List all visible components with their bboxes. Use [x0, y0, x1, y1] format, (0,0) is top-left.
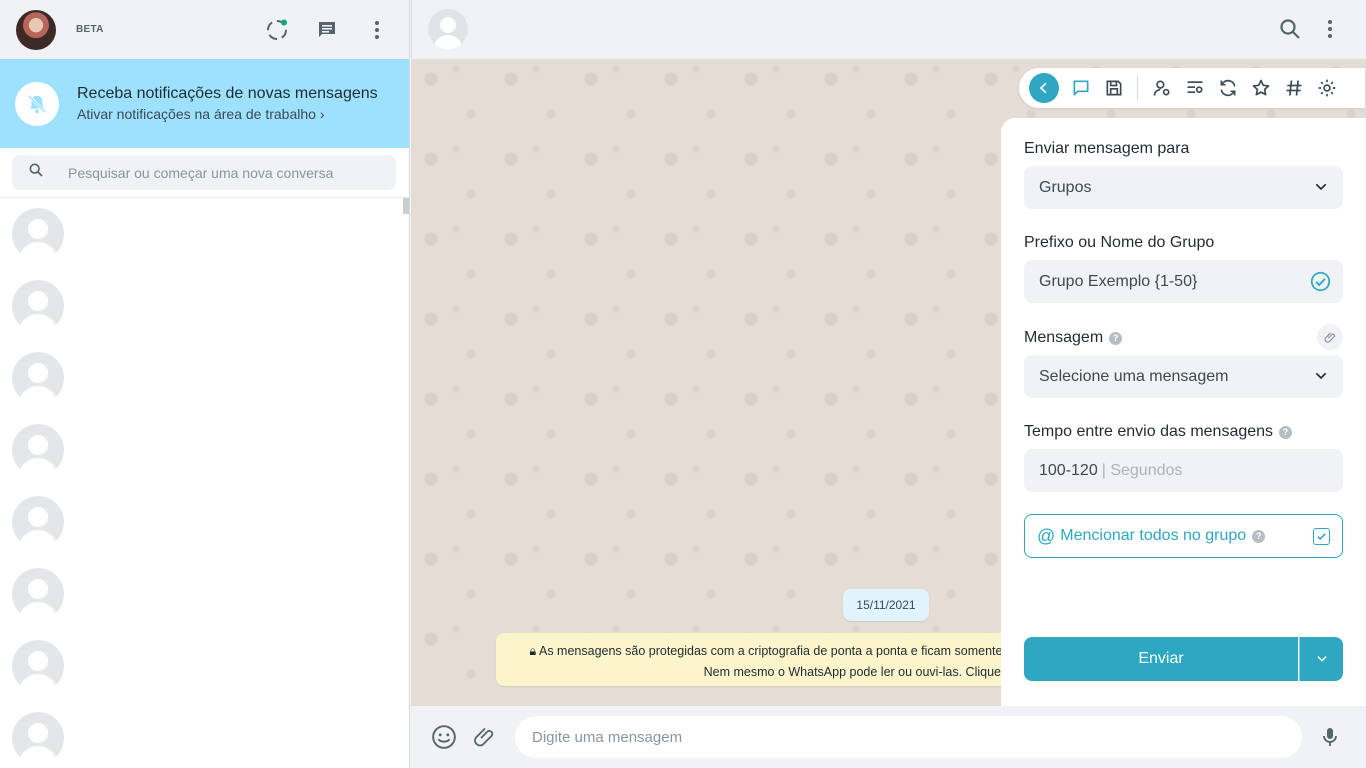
message-select[interactable]: Selecione uma mensagem — [1024, 355, 1343, 398]
mention-checkbox[interactable] — [1313, 528, 1330, 545]
notification-link[interactable]: Ativar notificações na área de trabalho … — [77, 106, 378, 122]
back-button[interactable] — [1029, 73, 1059, 103]
help-icon[interactable]: ? — [1279, 425, 1293, 439]
interval-label: Tempo entre envio das mensagens — [1024, 423, 1274, 440]
sidebar-header-actions — [265, 0, 389, 59]
search-bar — [0, 148, 409, 198]
at-sign-icon: @ — [1037, 525, 1056, 546]
extension-toolbar — [1019, 68, 1365, 108]
default-avatar-icon — [12, 424, 64, 476]
contact-settings-icon[interactable] — [1151, 77, 1173, 99]
sidebar: BETA Receba notificações de novas mensag… — [0, 0, 410, 768]
chevron-left-icon — [1039, 82, 1047, 94]
default-avatar-icon — [12, 496, 64, 548]
bulk-send-panel: Enviar mensagem para Grupos Prefixo ou N… — [1001, 118, 1366, 706]
lock-icon: 🔒︎ — [529, 644, 537, 658]
date-chip: 15/11/2021 — [843, 589, 929, 621]
emoji-icon[interactable] — [431, 724, 457, 750]
chat-list-item[interactable] — [0, 270, 409, 342]
chat-list-item[interactable] — [0, 342, 409, 414]
refresh-icon[interactable] — [1217, 77, 1239, 99]
group-name-field[interactable]: Grupo Exemplo {1-50} — [1024, 260, 1343, 303]
attach-icon[interactable] — [472, 724, 498, 750]
encryption-text-line1: As mensagens são protegidas com a cripto… — [538, 644, 1003, 658]
chat-list-item[interactable] — [0, 198, 409, 270]
menu-icon[interactable] — [1318, 17, 1342, 41]
chat-list-item[interactable] — [0, 558, 409, 630]
search-box — [12, 155, 396, 190]
send-options-button[interactable] — [1299, 637, 1343, 681]
notification-title: Receba notificações de novas mensagens — [77, 85, 378, 102]
mic-icon[interactable] — [1317, 724, 1343, 750]
chat-list-item[interactable] — [0, 630, 409, 702]
search-input[interactable] — [68, 164, 368, 181]
mention-label: Mencionar todos no grupo — [1060, 527, 1247, 544]
interval-unit: | Segundos — [1101, 461, 1183, 479]
contact-avatar[interactable] — [428, 9, 468, 49]
user-avatar[interactable] — [16, 9, 56, 50]
encryption-text-line2: Nem mesmo o WhatsApp pode ler ou ouvi-la… — [703, 665, 1019, 679]
help-icon[interactable]: ? — [1109, 331, 1123, 345]
default-avatar-icon — [12, 712, 64, 764]
help-icon[interactable]: ? — [1252, 529, 1266, 543]
group-name-label: Prefixo ou Nome do Grupo — [1024, 234, 1215, 251]
hashtag-icon[interactable] — [1283, 77, 1305, 99]
send-button[interactable]: Enviar — [1024, 637, 1298, 681]
message-label-row: Mensagem ? — [1024, 324, 1343, 350]
chat-list — [0, 198, 409, 768]
encryption-notice[interactable]: 🔒︎ As mensagens são protegidas com a cri… — [496, 633, 1036, 686]
beta-label: BETA — [76, 24, 104, 35]
group-name-value: Grupo Exemplo {1-50} — [1039, 272, 1198, 290]
mention-all-toggle[interactable]: @ Mencionar todos no grupo ? — [1024, 514, 1343, 558]
default-avatar-icon — [12, 208, 64, 260]
default-avatar-icon — [12, 280, 64, 332]
bell-off-icon — [15, 81, 59, 126]
scrollbar-thumb[interactable] — [403, 198, 409, 214]
conversation-header-actions — [1278, 17, 1342, 41]
interval-field[interactable]: 100-120 | Segundos — [1024, 449, 1343, 492]
chevron-down-icon — [1315, 372, 1327, 380]
check-icon — [1317, 533, 1326, 541]
notification-banner[interactable]: Receba notificações de novas mensagens A… — [0, 59, 409, 148]
gear-icon[interactable] — [1316, 77, 1338, 99]
check-circle-icon — [1310, 271, 1331, 292]
sidebar-header: BETA — [0, 0, 409, 59]
chat-list-item[interactable] — [0, 414, 409, 486]
menu-icon[interactable] — [365, 18, 389, 42]
default-avatar-icon — [12, 352, 64, 404]
send-to-label: Enviar mensagem para — [1024, 140, 1190, 157]
conversation-header — [411, 0, 1366, 59]
default-avatar-icon — [12, 640, 64, 692]
chat-list-item[interactable] — [0, 702, 409, 768]
new-chat-icon[interactable] — [315, 18, 339, 42]
chevron-down-icon — [1315, 183, 1327, 191]
send-to-select[interactable]: Grupos — [1024, 166, 1343, 209]
message-label: Mensagem — [1024, 329, 1104, 346]
toolbar-divider — [1137, 76, 1138, 100]
chat-list-item[interactable] — [0, 486, 409, 558]
notification-subtitle: Ativar notificações na área de trabalho — [77, 106, 316, 122]
list-settings-icon[interactable] — [1184, 77, 1206, 99]
status-icon[interactable] — [265, 18, 289, 42]
interval-value: 100-120 — [1039, 461, 1098, 479]
interval-label-row: Tempo entre envio das mensagens ? — [1024, 423, 1343, 441]
message-value: Selecione uma mensagem — [1039, 367, 1229, 385]
chevron-right-icon: › — [319, 106, 325, 122]
send-to-value: Grupos — [1039, 178, 1092, 196]
chat-icon[interactable] — [1070, 77, 1092, 99]
search-icon — [28, 162, 44, 183]
default-avatar-icon — [12, 568, 64, 620]
send-controls: Enviar — [1024, 637, 1343, 681]
composer — [411, 706, 1366, 768]
search-icon[interactable] — [1278, 17, 1302, 41]
chevron-down-icon — [1316, 656, 1327, 662]
message-input[interactable] — [515, 716, 1302, 758]
star-icon[interactable] — [1250, 77, 1272, 99]
save-icon[interactable] — [1103, 77, 1125, 99]
attach-file-icon[interactable] — [1317, 324, 1343, 350]
